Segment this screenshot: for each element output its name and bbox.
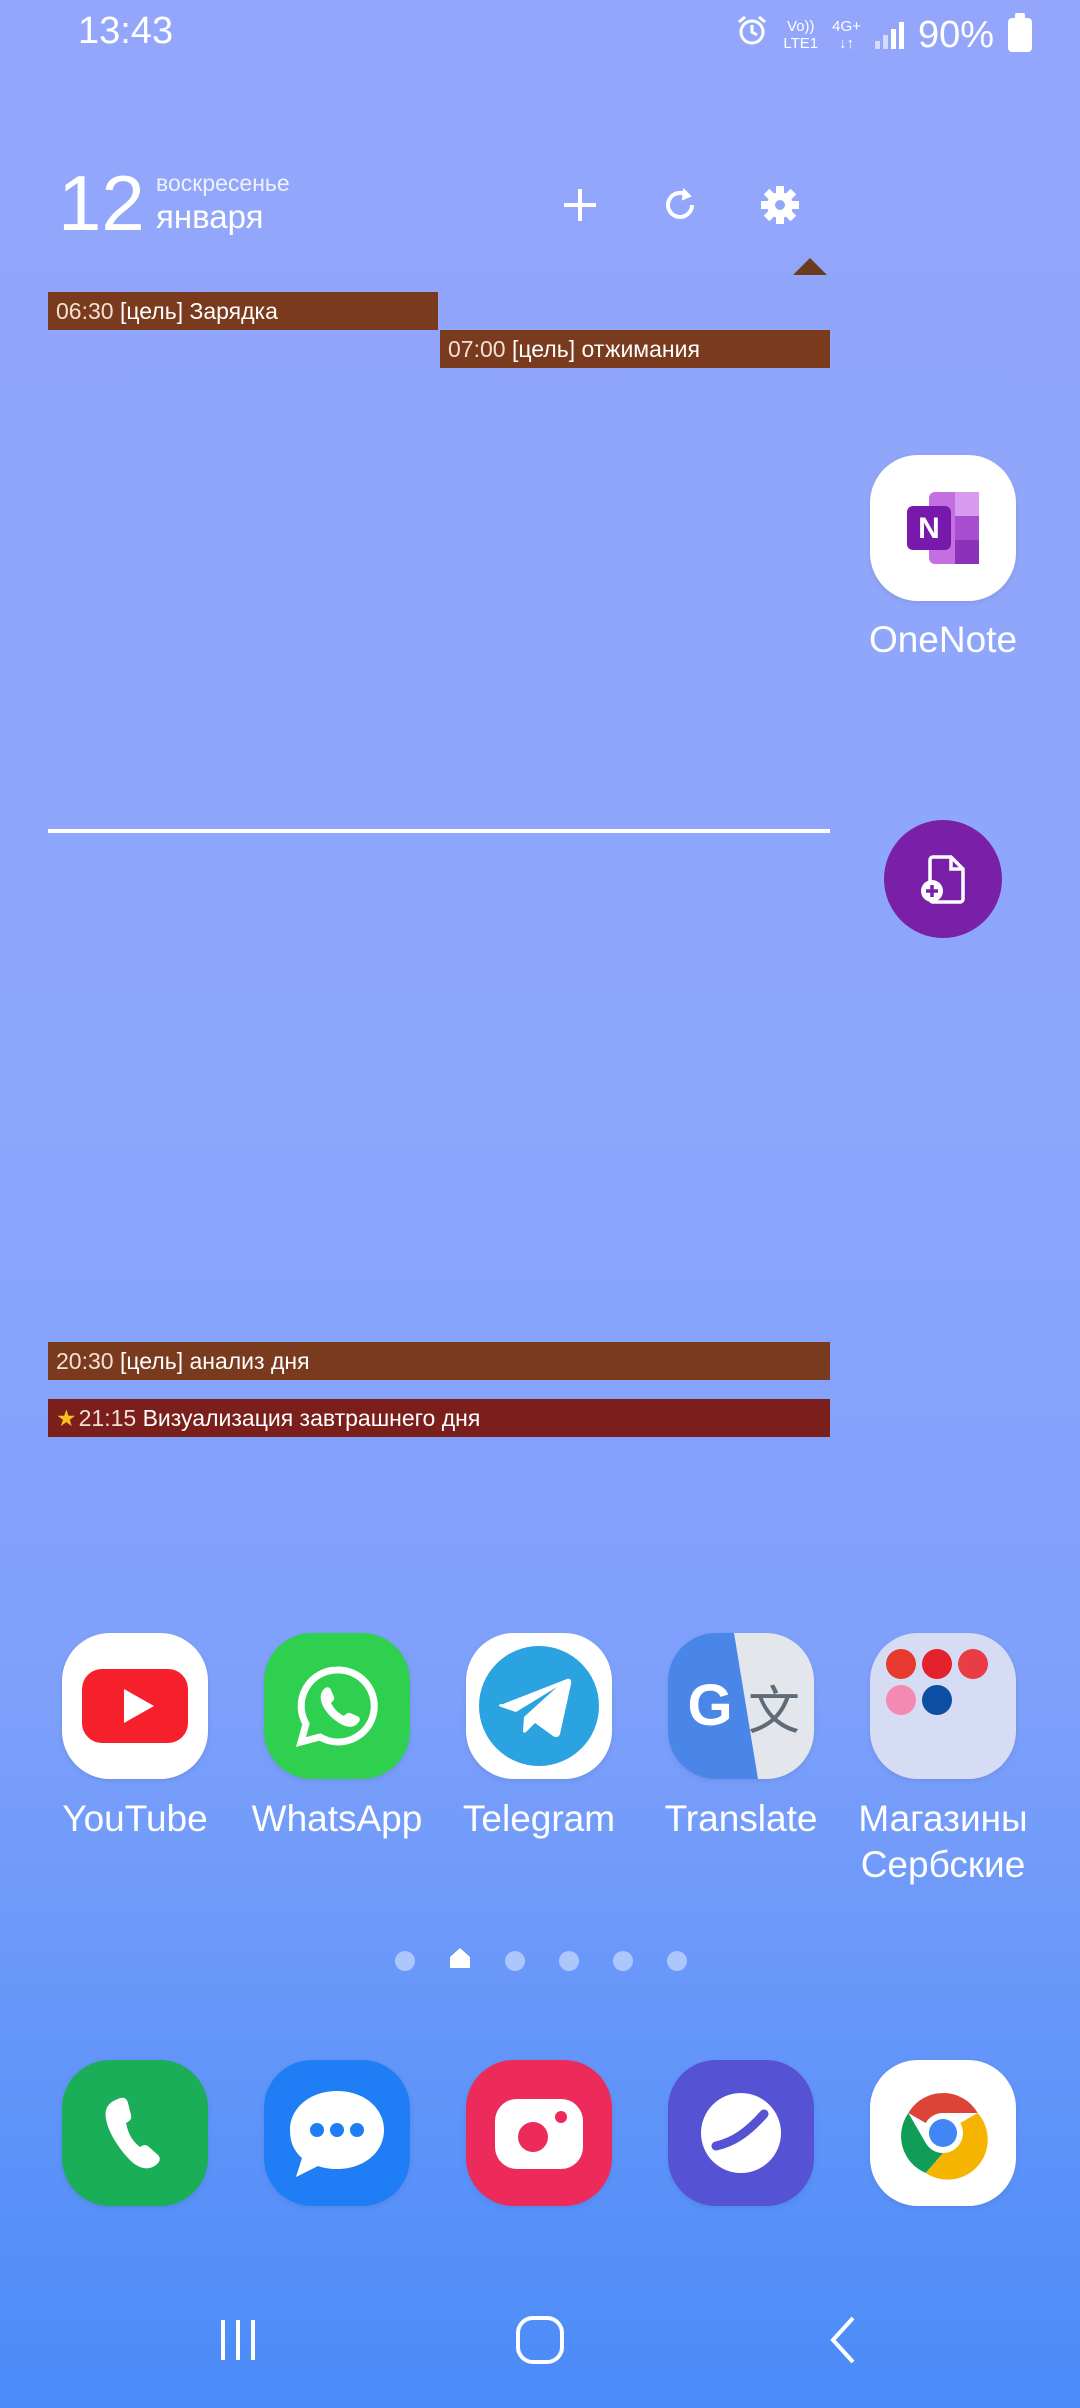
whatsapp-label: WhatsApp xyxy=(251,1798,423,1839)
folder-icon xyxy=(870,1633,1016,1779)
message-icon xyxy=(264,2060,410,2206)
status-icons: Vo)) LTE1 4G+ ↓↑ 90% xyxy=(735,10,1032,60)
event-item[interactable]: ★21:15 Визуализация завтрашнего дня xyxy=(48,1399,830,1437)
refresh-button[interactable] xyxy=(650,175,710,235)
camera-icon xyxy=(466,2060,612,2206)
calendar-month: января xyxy=(156,198,264,235)
volte-indicator: Vo)) LTE1 xyxy=(783,18,819,52)
youtube-label: YouTube xyxy=(62,1798,208,1839)
svg-text:N: N xyxy=(918,512,940,545)
home-button[interactable] xyxy=(500,2300,580,2380)
back-icon xyxy=(830,2316,855,2364)
refresh-icon xyxy=(666,187,694,219)
widget-settings-button[interactable] xyxy=(750,175,810,235)
telegram-app[interactable] xyxy=(466,1633,612,1779)
alarm-icon xyxy=(735,13,769,57)
chrome-app[interactable] xyxy=(870,2060,1016,2206)
page-dot[interactable] xyxy=(505,1950,525,1971)
whatsapp-app[interactable] xyxy=(264,1633,410,1779)
onenote-icon: N xyxy=(870,455,1016,601)
plus-icon xyxy=(564,189,596,221)
messages-app[interactable] xyxy=(264,2060,410,2206)
samsung-internet-icon xyxy=(668,2060,814,2206)
telegram-label: Telegram xyxy=(462,1798,616,1839)
translate-app[interactable]: G 文 xyxy=(668,1633,814,1779)
page-dot[interactable] xyxy=(613,1950,633,1971)
camera-app[interactable] xyxy=(466,2060,612,2206)
battery-icon xyxy=(1008,13,1032,52)
google-translate-icon: G 文 xyxy=(668,1633,814,1779)
home-page-icon[interactable] xyxy=(449,1947,471,1974)
recents-icon xyxy=(221,2320,255,2360)
onenote-app[interactable]: N xyxy=(870,455,1016,601)
svg-text:文: 文 xyxy=(748,1682,800,1742)
status-time: 13:43 xyxy=(78,10,174,52)
back-button[interactable] xyxy=(803,2300,883,2380)
shop-icon xyxy=(886,1649,916,1679)
page-dot[interactable] xyxy=(559,1950,579,1971)
svg-text:G: G xyxy=(687,1673,732,1738)
new-note-button[interactable] xyxy=(884,820,1002,938)
event-item[interactable]: 07:00 [цель] отжимания xyxy=(440,330,830,368)
recents-button[interactable] xyxy=(198,2300,278,2380)
file-add-icon xyxy=(921,855,965,904)
chrome-icon xyxy=(870,2060,1016,2206)
phone-icon xyxy=(62,2060,208,2206)
current-time-line xyxy=(48,829,830,833)
calendar-weekday: воскресенье xyxy=(156,170,290,196)
youtube-app[interactable] xyxy=(62,1633,208,1779)
shop-icon xyxy=(958,1649,988,1679)
youtube-icon xyxy=(62,1633,208,1779)
calendar-day: 12 xyxy=(58,159,145,247)
signal-icon xyxy=(874,21,904,49)
event-item[interactable]: 20:30 [цель] анализ дня xyxy=(48,1342,830,1380)
collapse-arrow-icon[interactable] xyxy=(793,258,827,275)
battery-percent: 90% xyxy=(917,13,994,56)
whatsapp-icon xyxy=(264,1633,410,1779)
add-event-button[interactable] xyxy=(550,175,610,235)
serbian-shops-label: Магазины Сербские xyxy=(858,1798,1028,1885)
gear-icon xyxy=(761,186,799,224)
page-dot[interactable] xyxy=(395,1950,415,1971)
page-indicator[interactable] xyxy=(395,1947,687,1974)
star-icon: ★ xyxy=(56,1405,77,1431)
page-dot[interactable] xyxy=(667,1950,687,1971)
maxi-icon xyxy=(922,1649,952,1679)
home-button-icon xyxy=(516,2316,564,2364)
network-type-indicator: 4G+ ↓↑ xyxy=(832,18,861,52)
event-item[interactable]: 06:30 [цель] Зарядка xyxy=(48,292,438,330)
shop-icon xyxy=(886,1685,916,1715)
serbian-shops-folder[interactable] xyxy=(870,1633,1016,1779)
onenote-label: OneNote xyxy=(868,619,1018,660)
lidl-icon xyxy=(922,1685,952,1715)
telegram-icon xyxy=(466,1633,612,1779)
internet-app[interactable] xyxy=(668,2060,814,2206)
translate-label: Translate xyxy=(664,1798,818,1839)
phone-app[interactable] xyxy=(62,2060,208,2206)
